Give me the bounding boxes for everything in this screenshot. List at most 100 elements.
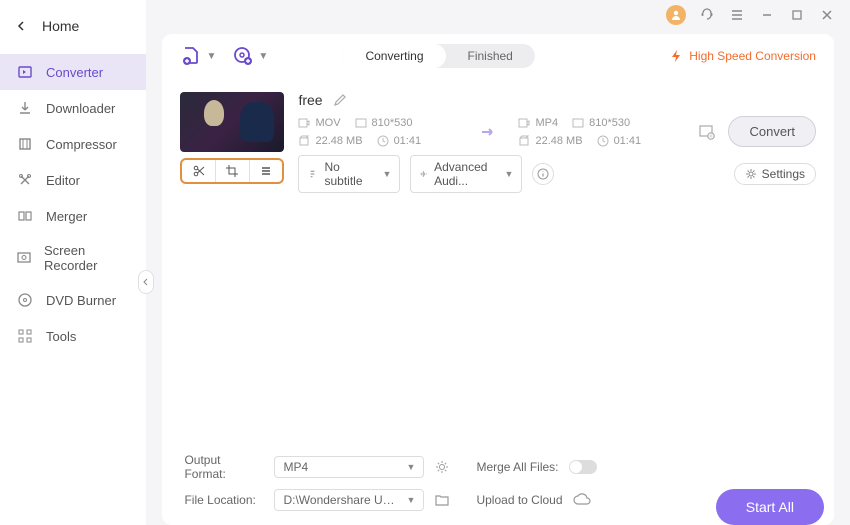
merger-icon [16, 207, 34, 225]
add-disc-button[interactable]: ▼ [232, 45, 268, 67]
sidebar-item-screen-recorder[interactable]: Screen Recorder [0, 234, 146, 282]
meta-row: MOV 810*530 22.48 MB 01:41 MP4 810*530 [298, 116, 816, 147]
converter-icon [16, 63, 34, 81]
sidebar: Home Converter Downloader Compressor Edi… [0, 0, 146, 525]
chevron-down-icon: ▼ [505, 169, 514, 179]
subtitle-dropdown[interactable]: No subtitle ▼ [298, 155, 400, 193]
dvd-burner-icon [16, 291, 34, 309]
start-all-button[interactable]: Start All [716, 489, 824, 525]
downloader-icon [16, 99, 34, 117]
home-label: Home [42, 18, 79, 34]
clock-icon [597, 135, 609, 147]
video-icon [298, 117, 310, 129]
maximize-icon[interactable] [788, 6, 806, 24]
close-icon[interactable] [818, 6, 836, 24]
editor-icon [16, 171, 34, 189]
file-title: free [298, 92, 816, 108]
sidebar-item-dvd-burner[interactable]: DVD Burner [0, 282, 146, 318]
footer: Output Format: MP4 ▼ Merge All Files: Fi… [162, 443, 834, 525]
tab-converting[interactable]: Converting [343, 44, 445, 68]
size-icon [298, 135, 310, 147]
menu-lines-icon [259, 164, 273, 178]
crop-icon [225, 164, 239, 178]
add-disc-icon [232, 45, 254, 67]
chevron-down-icon: ▼ [206, 51, 216, 62]
sidebar-item-tools[interactable]: Tools [0, 318, 146, 354]
output-settings-icon [698, 123, 716, 141]
thumbnail-tools [180, 158, 284, 184]
file-name: free [298, 92, 322, 108]
output-settings-button[interactable] [698, 123, 716, 141]
output-format-settings-button[interactable] [434, 459, 450, 475]
upload-cloud-label: Upload to Cloud [476, 493, 562, 507]
sidebar-item-label: DVD Burner [46, 293, 116, 308]
folder-icon [434, 492, 450, 508]
video-thumbnail[interactable] [180, 92, 284, 152]
merge-toggle[interactable] [569, 460, 597, 474]
audio-dropdown[interactable]: Advanced Audi... ▼ [410, 155, 522, 193]
more-button[interactable] [249, 160, 283, 182]
screen-recorder-icon [16, 249, 32, 267]
status-tabs: Converting Finished [343, 44, 534, 68]
info-button[interactable] [532, 163, 554, 185]
back-icon [16, 21, 26, 31]
scissors-icon [192, 164, 206, 178]
info-icon [537, 168, 549, 180]
compressor-icon [16, 135, 34, 153]
target-meta: MP4 810*530 22.48 MB 01:41 [518, 117, 678, 147]
high-speed-label: High Speed Conversion [689, 49, 816, 63]
sidebar-item-label: Merger [46, 209, 87, 224]
sidebar-item-label: Downloader [46, 101, 115, 116]
toolbar: ▼ ▼ Converting Finished High Speed Conve… [162, 34, 834, 78]
chevron-down-icon: ▼ [258, 51, 268, 62]
tab-finished[interactable]: Finished [446, 44, 535, 68]
file-location-dropdown[interactable]: D:\Wondershare UniConverter 1 ▼ [274, 489, 424, 511]
trim-button[interactable] [182, 160, 215, 182]
home-button[interactable]: Home [0, 8, 146, 44]
sidebar-item-label: Converter [46, 65, 103, 80]
sidebar-collapse-handle[interactable] [138, 270, 154, 294]
video-icon [518, 117, 530, 129]
chevron-down-icon: ▼ [407, 462, 416, 472]
upload-cloud-button[interactable] [573, 493, 591, 507]
chevron-down-icon: ▼ [383, 169, 392, 179]
sidebar-item-label: Compressor [46, 137, 117, 152]
sidebar-item-editor[interactable]: Editor [0, 162, 146, 198]
content-card: ▼ ▼ Converting Finished High Speed Conve… [162, 34, 834, 525]
audio-icon [419, 168, 428, 180]
merge-label: Merge All Files: [476, 460, 558, 474]
sidebar-item-label: Editor [46, 173, 80, 188]
support-icon[interactable] [698, 6, 716, 24]
menu-icon[interactable] [728, 6, 746, 24]
main: ▼ ▼ Converting Finished High Speed Conve… [146, 0, 850, 525]
output-format-dropdown[interactable]: MP4 ▼ [274, 456, 424, 478]
sidebar-item-compressor[interactable]: Compressor [0, 126, 146, 162]
minimize-icon[interactable] [758, 6, 776, 24]
source-meta: MOV 810*530 22.48 MB 01:41 [298, 117, 458, 147]
resolution-icon [572, 117, 584, 129]
sidebar-item-label: Screen Recorder [44, 243, 130, 273]
file-location-label: File Location: [184, 493, 264, 507]
sidebar-item-downloader[interactable]: Downloader [0, 90, 146, 126]
arrow-right-icon [478, 122, 498, 142]
output-format-row: Output Format: MP4 ▼ Merge All Files: [184, 453, 812, 481]
add-file-icon [180, 45, 202, 67]
open-folder-button[interactable] [434, 492, 450, 508]
settings-button[interactable]: Settings [734, 163, 816, 185]
size-icon [518, 135, 530, 147]
gear-icon [434, 459, 450, 475]
user-avatar[interactable] [666, 5, 686, 25]
thumbnail-column [180, 92, 284, 184]
subtitle-icon [307, 168, 318, 180]
sidebar-item-label: Tools [46, 329, 76, 344]
high-speed-badge[interactable]: High Speed Conversion [669, 49, 816, 63]
add-file-button[interactable]: ▼ [180, 45, 216, 67]
titlebar [146, 0, 850, 30]
sidebar-item-merger[interactable]: Merger [0, 198, 146, 234]
cloud-icon [573, 493, 591, 507]
sidebar-item-converter[interactable]: Converter [0, 54, 146, 90]
edit-name-button[interactable] [333, 93, 347, 107]
clock-icon [377, 135, 389, 147]
convert-button[interactable]: Convert [728, 116, 816, 147]
crop-button[interactable] [215, 160, 249, 182]
